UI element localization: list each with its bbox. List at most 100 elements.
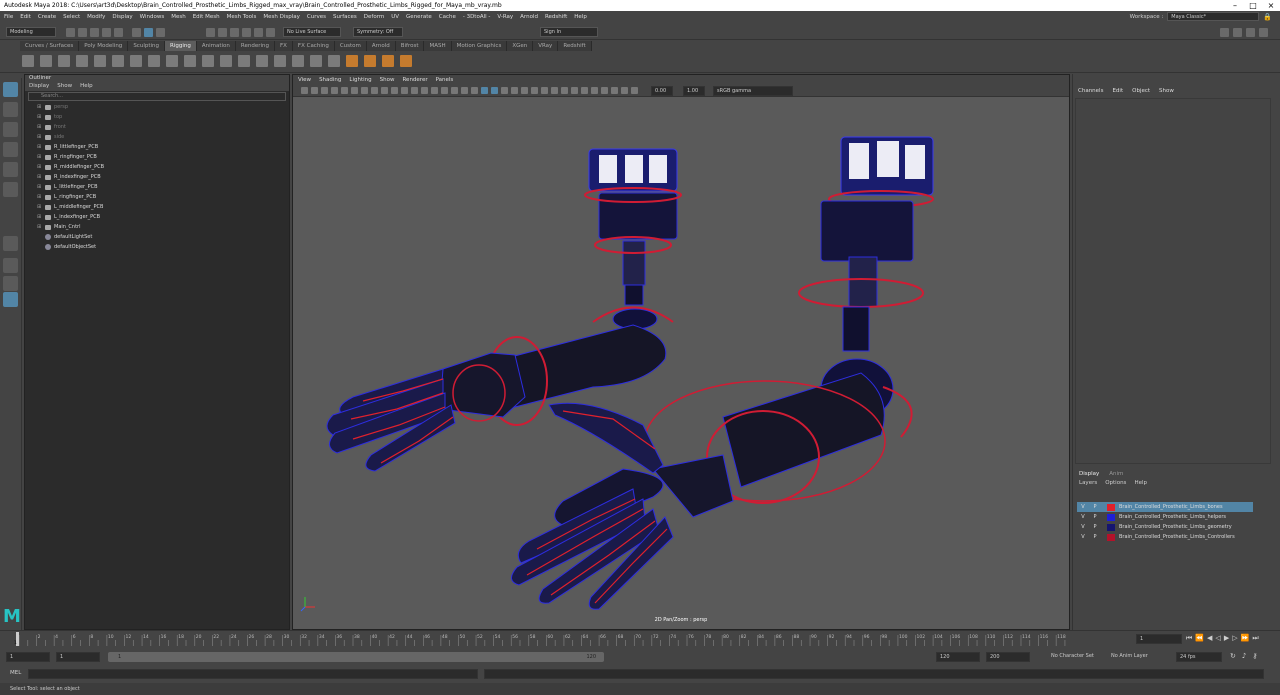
- shelf-tool-icon[interactable]: [292, 55, 304, 67]
- shelf-tab-custom[interactable]: Custom: [334, 41, 367, 51]
- shelf-tool-icon[interactable]: [328, 55, 340, 67]
- layer-menu-options[interactable]: Options: [1105, 480, 1126, 486]
- shelf-tool-icon[interactable]: [112, 55, 124, 67]
- play-back-icon[interactable]: ◁: [1215, 634, 1220, 643]
- viewport-toolbar-icon[interactable]: [501, 87, 508, 94]
- shelf-tool-icon[interactable]: [310, 55, 322, 67]
- snap-live-icon[interactable]: [266, 28, 275, 37]
- attribute-editor-icon[interactable]: [1233, 28, 1242, 37]
- rotate-tool-icon[interactable]: [3, 162, 18, 177]
- viewport-toolbar-icon[interactable]: [461, 87, 468, 94]
- outliner-item[interactable]: ⊞ top: [25, 112, 289, 122]
- layer-visibility-toggle[interactable]: V: [1077, 534, 1089, 540]
- outliner-item[interactable]: ⊞ Main_Cntrl: [25, 222, 289, 232]
- menu-3dtoall[interactable]: - 3DtoAll -: [463, 14, 491, 20]
- expand-icon[interactable]: ⊞: [37, 132, 42, 142]
- shelf-tool-icon[interactable]: [382, 55, 394, 67]
- close-button[interactable]: ×: [1262, 0, 1280, 11]
- viewport-toolbar-icon[interactable]: [351, 87, 358, 94]
- save-scene-icon[interactable]: [90, 28, 99, 37]
- mode-dropdown[interactable]: Modeling: [6, 27, 56, 37]
- maximize-button[interactable]: □: [1244, 0, 1262, 11]
- viewport-menu-view[interactable]: View: [298, 75, 311, 85]
- layer-menu-layers[interactable]: Layers: [1079, 480, 1097, 486]
- scene-start-field[interactable]: 1: [6, 652, 50, 662]
- expand-icon[interactable]: ⊞: [37, 182, 42, 192]
- component-mode-icon[interactable]: [156, 28, 165, 37]
- undo-icon[interactable]: [102, 28, 111, 37]
- shelf-tool-icon[interactable]: [238, 55, 250, 67]
- layer-row[interactable]: V P Brain_Controlled_Prosthetic_Limbs_help…: [1077, 512, 1253, 522]
- outliner-menu-show[interactable]: Show: [57, 82, 72, 91]
- outliner-item[interactable]: ⊞ R_littlefinger_PCB: [25, 142, 289, 152]
- viewport-toolbar-icon[interactable]: [421, 87, 428, 94]
- layer-row[interactable]: V P Brain_Controlled_Prosthetic_Limbs_geom…: [1077, 522, 1253, 532]
- layer-playback-toggle[interactable]: P: [1089, 524, 1101, 530]
- menu-redshift[interactable]: Redshift: [545, 14, 567, 20]
- expand-icon[interactable]: ⊞: [37, 152, 42, 162]
- outliner-item[interactable]: ⊞ front: [25, 122, 289, 132]
- viewport-toolbar-icon[interactable]: [591, 87, 598, 94]
- viewport-toolbar-icon[interactable]: [451, 87, 458, 94]
- split-view-icon[interactable]: [3, 276, 18, 291]
- shelf-tab-fx-caching[interactable]: FX Caching: [292, 41, 335, 51]
- shelf-tool-icon[interactable]: [400, 55, 412, 67]
- viewport-toolbar-icon[interactable]: [431, 87, 438, 94]
- snap-point-icon[interactable]: [230, 28, 239, 37]
- time-ruler[interactable]: 2 4 6 8 10 12 14 16 18 20 22 24 26 28 30 32 34 36 38 40 42 44…: [13, 632, 1073, 646]
- viewport-toolbar-icon[interactable]: [331, 87, 338, 94]
- shelf-tool-icon[interactable]: [166, 55, 178, 67]
- viewport-toolbar-icon[interactable]: [471, 87, 478, 94]
- layer-menu-help[interactable]: Help: [1134, 480, 1147, 486]
- shelf-tab-rendering[interactable]: Rendering: [235, 41, 275, 51]
- tab-anim[interactable]: Anim: [1109, 471, 1123, 477]
- menu-file[interactable]: File: [4, 14, 13, 20]
- layer-row[interactable]: V P Brain_Controlled_Prosthetic_Limbs_bone…: [1077, 502, 1253, 512]
- current-frame-field[interactable]: 1: [1136, 634, 1182, 644]
- viewport-toolbar-icon[interactable]: [601, 87, 608, 94]
- channel-menu-channels[interactable]: Channels: [1078, 88, 1103, 94]
- expand-icon[interactable]: ⊞: [37, 122, 42, 132]
- outliner-item[interactable]: ⊞ L_ringfinger_PCB: [25, 192, 289, 202]
- expand-icon[interactable]: ⊞: [37, 202, 42, 212]
- layer-visibility-toggle[interactable]: V: [1077, 514, 1089, 520]
- outliner-item[interactable]: ⊞ side: [25, 132, 289, 142]
- viewport-toolbar-icon[interactable]: [341, 87, 348, 94]
- viewport-toolbar-icon[interactable]: [301, 87, 308, 94]
- outliner-menu-help[interactable]: Help: [80, 82, 93, 91]
- shelf-tab-motion-graphics[interactable]: Motion Graphics: [451, 41, 508, 51]
- mel-input[interactable]: [28, 669, 478, 679]
- viewport-menu-renderer[interactable]: Renderer: [402, 75, 427, 85]
- viewport-toolbar-icon[interactable]: [371, 87, 378, 94]
- viewport-toolbar-icon[interactable]: [571, 87, 578, 94]
- sign-in-button[interactable]: Sign In: [540, 27, 598, 37]
- outliner-item[interactable]: ⊞ L_littlefinger_PCB: [25, 182, 289, 192]
- new-scene-icon[interactable]: [66, 28, 75, 37]
- gamma-field[interactable]: 1.00: [683, 86, 705, 96]
- outliner-menu-display[interactable]: Display: [29, 82, 49, 91]
- shelf-tool-icon[interactable]: [40, 55, 52, 67]
- play-forward-icon[interactable]: ▶: [1224, 634, 1229, 643]
- menu-mesh[interactable]: Mesh: [171, 14, 185, 20]
- viewport-toolbar-icon[interactable]: [521, 87, 528, 94]
- viewport-toolbar-icon[interactable]: [401, 87, 408, 94]
- menu-curves[interactable]: Curves: [307, 14, 326, 20]
- minimize-button[interactable]: –: [1226, 0, 1244, 11]
- shelf-tool-icon[interactable]: [184, 55, 196, 67]
- expand-icon[interactable]: ⊞: [37, 172, 42, 182]
- shelf-tool-icon[interactable]: [130, 55, 142, 67]
- viewport-toolbar-icon[interactable]: [561, 87, 568, 94]
- fps-dropdown[interactable]: 24 fps: [1176, 652, 1222, 662]
- shelf-tab-arnold[interactable]: Arnold: [366, 41, 396, 51]
- shelf-tool-icon[interactable]: [346, 55, 358, 67]
- select-tool-icon[interactable]: [3, 82, 18, 97]
- channel-box-icon[interactable]: [1259, 28, 1268, 37]
- shelf-tab-bifrost[interactable]: Bifrost: [395, 41, 425, 51]
- redo-icon[interactable]: [114, 28, 123, 37]
- layer-color-swatch[interactable]: [1107, 513, 1115, 521]
- shelf-tab-poly-modeling[interactable]: Poly Modeling: [79, 41, 129, 51]
- paint-select-icon[interactable]: [3, 122, 18, 137]
- shelf-tool-icon[interactable]: [148, 55, 160, 67]
- key-icon[interactable]: ⚷: [1252, 652, 1257, 660]
- viewport-toolbar-icon[interactable]: [361, 87, 368, 94]
